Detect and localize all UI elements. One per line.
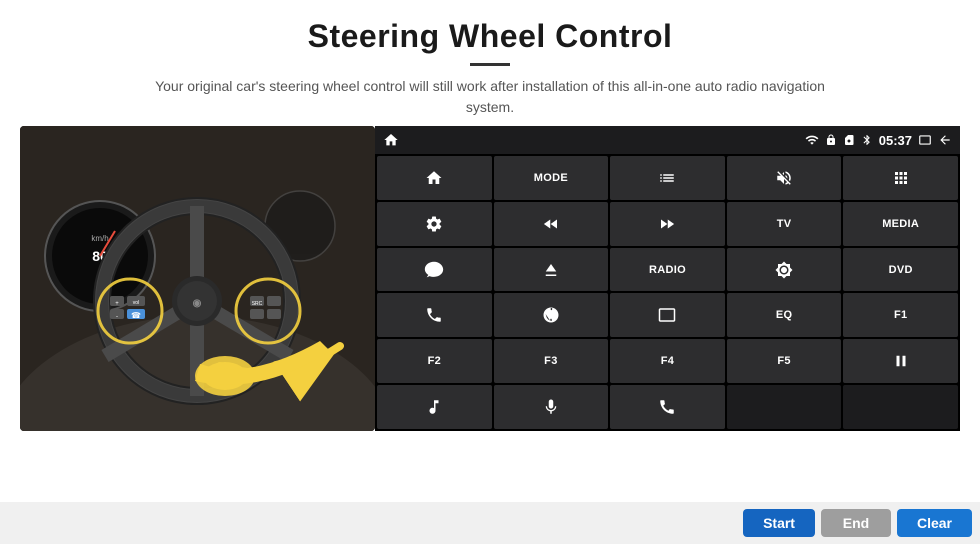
btn-mute[interactable] [727,156,842,200]
svg-text:vol: vol [133,300,139,306]
home-status-icon [383,132,399,148]
status-time: 05:37 [879,133,912,148]
btn-f3[interactable]: F3 [494,339,609,383]
btn-radio[interactable]: RADIO [610,248,725,292]
btn-navigation[interactable] [494,293,609,337]
header-section: Steering Wheel Control Your original car… [0,0,980,126]
btn-f2[interactable]: F2 [377,339,492,383]
btn-dvd[interactable]: DVD [843,248,958,292]
svg-text:◉: ◉ [193,298,202,309]
svg-text:-: - [116,314,118,320]
svg-text:☎: ☎ [131,311,141,320]
status-left [383,132,399,148]
clear-button[interactable]: Clear [897,509,972,537]
title-divider [470,63,510,66]
svg-text:+: + [115,301,119,307]
btn-fastforward[interactable] [610,202,725,246]
svg-text:SRC: SRC [252,301,263,307]
back-icon [938,133,952,147]
page-title: Steering Wheel Control [20,18,960,55]
car-image: km/h 80 [20,126,375,431]
btn-screen[interactable] [610,293,725,337]
svg-text:km/h: km/h [91,234,108,243]
btn-play-pause[interactable] [843,339,958,383]
btn-f4[interactable]: F4 [610,339,725,383]
end-button[interactable]: End [821,509,891,537]
btn-apps[interactable] [843,156,958,200]
wifi-icon [805,133,819,147]
bottom-bar: Start End Clear [0,502,980,544]
btn-settings[interactable] [377,202,492,246]
btn-rewind[interactable] [494,202,609,246]
status-right: 05:37 [805,133,952,148]
btn-f5[interactable]: F5 [727,339,842,383]
page-subtitle: Your original car's steering wheel contr… [140,76,840,118]
btn-360[interactable]: 360 [377,248,492,292]
btn-eject[interactable] [494,248,609,292]
steering-bg: km/h 80 [20,126,375,431]
btn-list[interactable] [610,156,725,200]
content-section: km/h 80 [0,126,980,502]
btn-mode[interactable]: MODE [494,156,609,200]
start-button[interactable]: Start [743,509,815,537]
status-bar: 05:37 [375,126,960,154]
btn-f1[interactable]: F1 [843,293,958,337]
svg-text:360: 360 [429,267,439,273]
btn-eq[interactable]: EQ [727,293,842,337]
android-panel: 05:37 MODE [375,126,960,431]
btn-call-end[interactable] [610,385,725,429]
btn-empty1 [727,385,842,429]
btn-home[interactable] [377,156,492,200]
bluetooth-icon [861,133,873,147]
screen-record-icon [918,133,932,147]
btn-empty2 [843,385,958,429]
button-grid: MODE [375,154,960,431]
btn-mic[interactable] [494,385,609,429]
btn-music[interactable] [377,385,492,429]
btn-phone[interactable] [377,293,492,337]
lock-icon [825,134,837,146]
page-wrapper: Steering Wheel Control Your original car… [0,0,980,544]
btn-media[interactable]: MEDIA [843,202,958,246]
btn-tv[interactable]: TV [727,202,842,246]
btn-brightness[interactable] [727,248,842,292]
sim-icon [843,134,855,146]
